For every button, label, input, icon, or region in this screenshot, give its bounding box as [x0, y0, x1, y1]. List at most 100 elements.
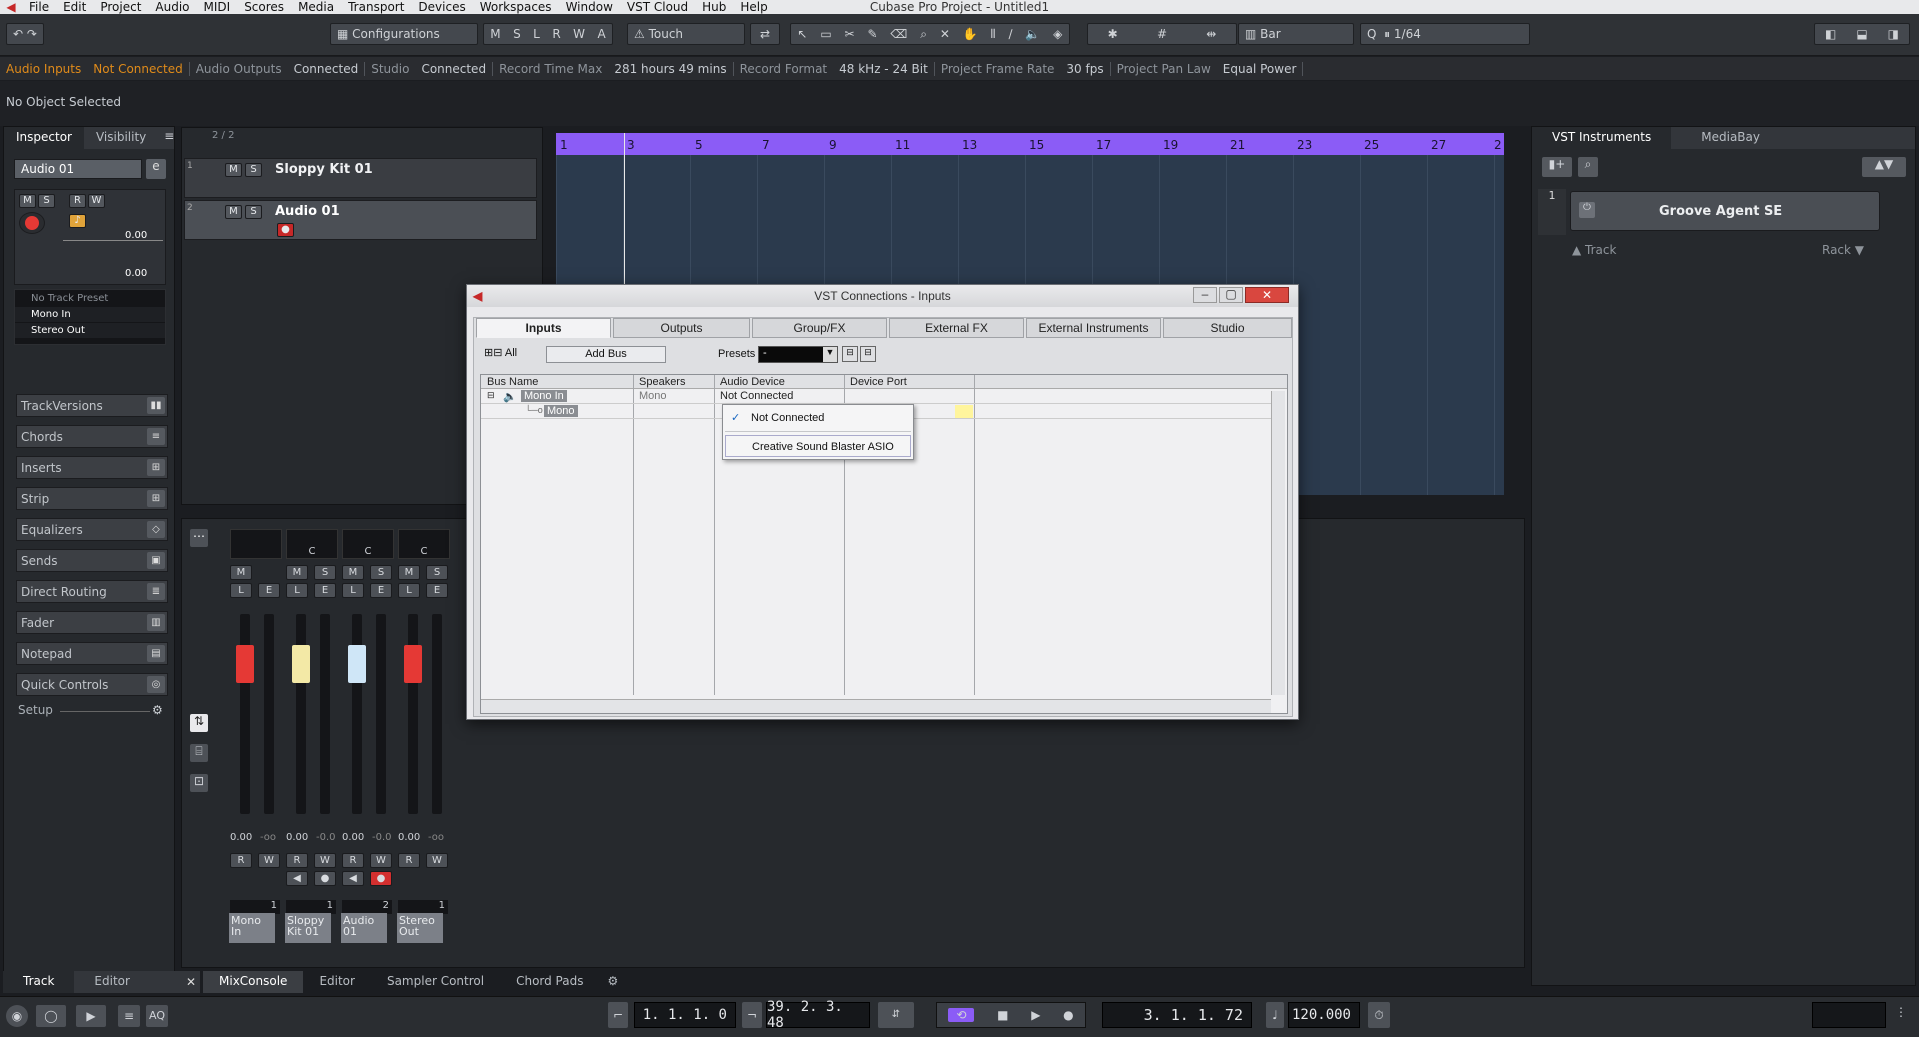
left-locator-display[interactable]: 1. 1. 1. 0 [634, 1002, 736, 1028]
comp-tool-icon[interactable]: ⫴ [991, 27, 996, 42]
device-port-cell[interactable] [955, 405, 973, 418]
port-name[interactable]: Mono [544, 405, 578, 417]
section-direct-routing[interactable]: Direct Routing ≣ [16, 580, 168, 603]
ch3-record-icon[interactable]: ● [370, 871, 392, 886]
track-row-2[interactable]: 2 M S Audio 01 ● [184, 200, 537, 240]
tempo-track-icon[interactable]: ♩ [1266, 1002, 1284, 1028]
ch3-fader-handle[interactable] [348, 645, 366, 683]
audio-outputs-value[interactable]: Connected [288, 62, 365, 76]
undo-redo-button[interactable]: ↶ ↷ [6, 23, 44, 45]
play-tool-icon[interactable]: 🔈 [1025, 27, 1040, 41]
left-zone-icon[interactable]: ◧ [1825, 27, 1836, 41]
tab-external-instruments[interactable]: External Instruments [1026, 318, 1161, 338]
track-2-record-button[interactable]: ● [277, 223, 294, 237]
section-quick-controls[interactable]: Quick Controls ◎ [16, 673, 168, 696]
fader-view-icon[interactable]: ⇅ [190, 714, 208, 732]
menu-workspaces[interactable]: Workspaces [473, 0, 559, 14]
ch1-volume-readout[interactable]: 0.00 [230, 832, 252, 843]
solo-button[interactable]: S [38, 194, 55, 208]
ch4-listen[interactable]: L [398, 583, 420, 598]
monitor-button[interactable]: ♪ [69, 214, 86, 228]
ch3-solo[interactable]: S [370, 565, 392, 580]
tab-vst-instruments[interactable]: VST Instruments [1532, 127, 1672, 149]
precount-icon[interactable]: ▶ [76, 1005, 106, 1027]
draw-tool-icon[interactable]: ✎ [867, 27, 877, 41]
ch3-fader-track[interactable] [352, 614, 362, 814]
channel-4-pan[interactable]: C [398, 529, 450, 559]
col-speakers[interactable]: Speakers [639, 376, 685, 388]
tab-group-fx[interactable]: Group/FX [752, 318, 887, 338]
ch2-read[interactable]: R [286, 853, 308, 868]
track-row-1[interactable]: 1 M S Sloppy Kit 01 [184, 158, 537, 198]
col-audio-device[interactable]: Audio Device [720, 376, 785, 388]
metronome-icon[interactable]: ⏱ [1368, 1002, 1390, 1028]
channel-3-pan[interactable]: C [342, 529, 394, 559]
pointer-tool-icon[interactable]: ↖ [797, 27, 807, 41]
record-format-label[interactable]: Record Format [734, 62, 834, 76]
menu-devices[interactable]: Devices [411, 0, 472, 14]
ch1-listen[interactable]: L [230, 583, 252, 598]
right-locator-icon[interactable]: ¬ [742, 1002, 762, 1028]
listen-mode[interactable]: L [533, 27, 540, 41]
read-mode[interactable]: R [552, 27, 560, 41]
audio-inputs-value[interactable]: Not Connected [87, 62, 188, 76]
menu-media[interactable]: Media [291, 0, 341, 14]
ch1-edit[interactable]: E [258, 583, 280, 598]
autoscroll-button[interactable]: ⇄ [750, 23, 780, 45]
ch3-write[interactable]: W [370, 853, 392, 868]
menu-file[interactable]: File [22, 0, 56, 14]
section-notepad[interactable]: Notepad ▤ [16, 642, 168, 665]
erase-tool-icon[interactable]: ⌫ [890, 27, 907, 41]
ch4-solo[interactable]: S [426, 565, 448, 580]
bus-name[interactable]: Mono In [521, 390, 567, 402]
position-display[interactable]: 3. 1. 1. 72 [1102, 1002, 1252, 1028]
presets-select[interactable]: - ▼ [758, 346, 838, 363]
mode-buttons[interactable]: MSLRWA [483, 23, 613, 45]
tab-sampler-control[interactable]: Sampler Control [371, 971, 500, 993]
audio-outputs-label[interactable]: Audio Outputs [190, 62, 288, 76]
tab-left-editor[interactable]: Editor [74, 971, 150, 993]
mute-button[interactable]: M [19, 194, 36, 208]
zoom-tool-icon[interactable]: ⌕ [920, 27, 927, 42]
solo-mode[interactable]: S [513, 27, 521, 41]
section-strip[interactable]: Strip ⊞ [16, 487, 168, 510]
frame-rate-label[interactable]: Project Frame Rate [935, 62, 1061, 76]
input-routing[interactable]: Mono In [15, 307, 165, 322]
transport-menu-icon[interactable]: ⋮ [1892, 1005, 1910, 1025]
menu-vst-cloud[interactable]: VST Cloud [620, 0, 695, 14]
horizontal-scrollbar[interactable] [481, 699, 1271, 713]
audio-inputs-label[interactable]: Audio Inputs [0, 62, 87, 76]
section-equalizers[interactable]: Equalizers ◇ [16, 518, 168, 541]
setup-gear-icon[interactable]: ⚙ [152, 703, 163, 717]
ch2-listen[interactable]: L [286, 583, 308, 598]
pan-law-label[interactable]: Project Pan Law [1111, 62, 1217, 76]
snap-buttons[interactable]: ✱ # ⇹ [1087, 23, 1237, 45]
ch4-peak-readout[interactable]: -oo [428, 832, 444, 843]
ch1-mute[interactable]: M [230, 565, 252, 580]
section-fader[interactable]: Fader ▥ [16, 611, 168, 634]
add-track-instrument-icon[interactable]: ▮+ [1542, 157, 1572, 177]
col-device-port[interactable]: Device Port [850, 376, 907, 388]
inspector-menu-icon[interactable]: ≡ [158, 127, 180, 149]
studio-label[interactable]: Studio [365, 62, 415, 76]
right-zone-icon[interactable]: ◨ [1888, 27, 1899, 41]
grid-icon[interactable]: # [1157, 27, 1167, 41]
line-tool-icon[interactable]: ∕ [1008, 27, 1012, 41]
record-enable-button[interactable] [19, 212, 45, 234]
left-locator-icon[interactable]: ⌐ [608, 1002, 628, 1028]
configurations-button[interactable]: ▦ Configurations [330, 23, 478, 45]
record-mode-icon[interactable]: ◉ [6, 1005, 28, 1027]
track-2-mute[interactable]: M [225, 205, 242, 219]
auto-quantize-button[interactable]: AQ [146, 1005, 168, 1027]
expand-all-toggle[interactable]: ⊞⊟ All [484, 346, 517, 359]
power-icon[interactable]: ⏻ [1579, 202, 1595, 218]
ch2-edit[interactable]: E [314, 583, 336, 598]
ch3-edit[interactable]: E [370, 583, 392, 598]
menu-scores[interactable]: Scores [237, 0, 291, 14]
menu-midi[interactable]: MIDI [197, 0, 238, 14]
ch4-read[interactable]: R [398, 853, 420, 868]
menu-hub[interactable]: Hub [695, 0, 733, 14]
automation-mode-select[interactable]: ⚠ Touch [627, 23, 745, 45]
edit-channel-icon[interactable]: e [146, 159, 166, 179]
ch2-fader-track[interactable] [296, 614, 306, 814]
